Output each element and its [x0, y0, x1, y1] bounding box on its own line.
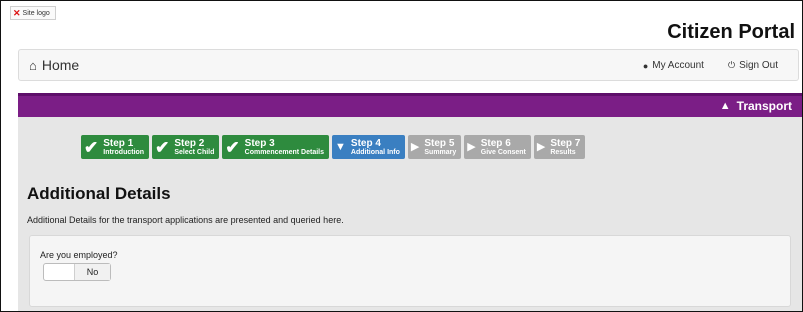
page-description: Additional Details for the transport app… [27, 215, 344, 225]
step-subtitle: Select Child [174, 148, 215, 156]
page-title: Additional Details [27, 184, 171, 203]
portal-title: Citizen Portal [667, 21, 795, 43]
chevron-right-icon: ▶ [536, 140, 546, 153]
employed-toggle-yes-slot[interactable] [44, 264, 75, 280]
chevron-right-icon: ▶ [467, 140, 476, 153]
step-7[interactable]: ▶ Step 7 Results [533, 135, 586, 159]
step-subtitle: Introduction [103, 148, 145, 156]
user-icon: ● [642, 60, 649, 71]
home-link[interactable]: ⌂ Home [29, 57, 79, 73]
step-title: Step 3 [244, 137, 275, 149]
step-title: Step 5 [424, 137, 455, 149]
top-navbar: ⌂ Home ● My Account ⏻ Sign Out [18, 49, 799, 81]
site-logo-alt-text: Site logo [22, 9, 50, 17]
step-title: Step 4 [350, 137, 381, 149]
step-title: Step 6 [480, 137, 511, 149]
check-icon: ✔ [84, 137, 99, 157]
sign-out-label: Sign Out [739, 60, 778, 71]
power-icon: ⏻ [727, 60, 736, 70]
step-6[interactable]: ▶ Step 6 Give Consent [464, 135, 531, 159]
section-bar: ▲ Transport [18, 93, 802, 117]
site-logo[interactable]: ✕ Site logo [10, 6, 56, 20]
wizard-steps: ✔ Step 1 Introduction ✔ Step 2 Select Chil… [81, 135, 588, 159]
section-label: ▲ Transport [720, 99, 792, 113]
employment-panel: Are you employed? No [29, 235, 791, 307]
step-title: Step 1 [103, 137, 134, 149]
chevron-right-icon: ▶ [410, 140, 420, 153]
step-subtitle: Commencement Details [244, 148, 325, 156]
step-title: Step 7 [550, 137, 581, 149]
employed-toggle[interactable]: No [43, 263, 111, 281]
check-icon: ✔ [155, 137, 170, 157]
sign-out-link[interactable]: ⏻ Sign Out [728, 60, 778, 71]
broken-image-icon: ✕ [13, 7, 21, 18]
step-title: Step 2 [174, 137, 205, 149]
account-nav: ● My Account ⏻ Sign Out [619, 60, 778, 71]
section-title: Transport [736, 99, 792, 113]
step-subtitle: Summary [424, 148, 457, 156]
my-account-label: My Account [652, 60, 704, 71]
step-2[interactable]: ✔ Step 2 Select Child [152, 135, 220, 159]
step-5[interactable]: ▶ Step 5 Summary [407, 135, 462, 159]
step-subtitle: Results [550, 148, 576, 156]
step-3[interactable]: ✔ Step 3 Commencement Details [222, 135, 330, 159]
home-icon: ⌂ [29, 57, 37, 73]
employed-question-label: Are you employed? [40, 250, 118, 260]
check-icon: ✔ [225, 137, 240, 157]
step-4[interactable]: ▼ Step 4 Additional Info [332, 135, 405, 159]
step-1[interactable]: ✔ Step 1 Introduction [81, 135, 150, 159]
step-subtitle: Give Consent [480, 148, 526, 156]
my-account-link[interactable]: ● My Account [643, 60, 704, 71]
step-subtitle: Additional Info [350, 148, 400, 156]
transport-icon: ▲ [719, 100, 731, 112]
home-label: Home [41, 57, 80, 73]
employed-option-no[interactable]: No [75, 264, 110, 280]
browser-frame: ✕ Site logo Citizen Portal ⌂ Home ● My A… [0, 0, 803, 312]
chevron-down-icon: ▼ [335, 140, 346, 153]
